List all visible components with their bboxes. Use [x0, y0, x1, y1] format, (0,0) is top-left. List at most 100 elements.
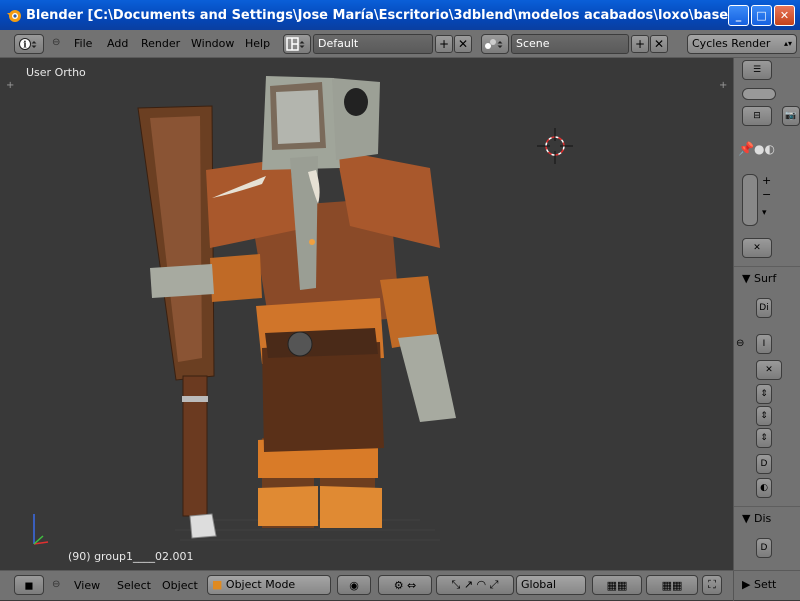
surface-i-button[interactable]: I	[756, 334, 772, 354]
panel-surface-label: Surf	[753, 272, 777, 285]
mode-dropdown[interactable]: ■ Object Mode	[207, 575, 331, 595]
context-menu-button[interactable]: ⊟	[742, 106, 772, 126]
collapse-icon[interactable]: ⊖	[736, 338, 744, 349]
layout-name-field[interactable]: Default	[313, 34, 433, 54]
3d-cursor	[537, 128, 573, 164]
menu-select[interactable]: Select	[117, 579, 151, 592]
manipulator-buttons[interactable]: ⤡ ↗ ◠ ⤢	[436, 575, 514, 595]
stepper-button-2[interactable]: ⇕	[756, 406, 772, 426]
pivot-icon: ⚙ ⇔	[393, 578, 417, 592]
wooden-staff	[137, 105, 217, 539]
chevron-updown-icon: ⇕	[760, 433, 768, 443]
x-icon: ✕	[653, 37, 665, 51]
plus-icon: +	[634, 37, 646, 51]
chevron-updown-icon: ⇕	[760, 389, 768, 399]
pin-icon[interactable]: 📌	[738, 142, 754, 157]
stepper-button-1[interactable]: ⇕	[756, 384, 772, 404]
menu-view[interactable]: View	[74, 579, 100, 592]
menu-object[interactable]: Object	[162, 579, 198, 592]
shading-icon: ◉	[349, 578, 359, 592]
context-icon: ⊟	[753, 111, 761, 121]
menu-help[interactable]: Help	[245, 37, 270, 50]
lock-layers-button[interactable]: ⛶	[702, 575, 722, 595]
properties-editor-type-button[interactable]: ☰	[742, 60, 772, 80]
cube-icon: ◼	[24, 578, 34, 592]
menu-render[interactable]: Render	[141, 37, 180, 50]
layout-grid-icon	[286, 37, 305, 51]
camera-icon: 📷	[785, 111, 797, 121]
surface-di-button[interactable]: Di	[756, 298, 772, 318]
screen-layout-button[interactable]	[283, 34, 311, 54]
editor-type-button[interactable]: i	[14, 34, 44, 54]
minimize-icon: _	[735, 9, 742, 22]
add-layout-button[interactable]: +	[435, 35, 453, 53]
object-mode-icon: ■	[212, 578, 223, 591]
remove-scene-button[interactable]: ✕	[650, 35, 668, 53]
window-title: Blender [C:\Documents and Settings\Jose …	[26, 7, 742, 23]
axis-gizmo-icon	[33, 514, 49, 545]
add-slot-icon[interactable]: +	[762, 174, 771, 187]
svg-text:i: i	[23, 41, 27, 51]
collapse-menu-icon[interactable]: ⊖	[52, 37, 60, 48]
3d-view-header: ◼ ⊖ View Select Object ■ Object Mode ◉ ⚙…	[0, 570, 800, 601]
scene-icon	[485, 39, 503, 49]
half-circle-icon: ◐	[760, 483, 768, 493]
expand-arrow-icon: ▼	[742, 512, 751, 525]
expand-arrow-icon: ▼	[742, 272, 751, 285]
chevron-down-icon[interactable]: ▾	[762, 208, 767, 218]
plus-icon: +	[438, 37, 450, 51]
displacement-d-button[interactable]: D	[756, 538, 772, 558]
material-browse-button[interactable]: ✕	[742, 238, 772, 258]
properties-panel: ☰ ⊟ 📷 📌 ●◐ + − ▾ ✕ ▼ Surf Di ⊖ I ✕ ⇕ ⇕ ⇕…	[733, 58, 800, 570]
minimize-button[interactable]: _	[728, 5, 749, 26]
render-engine-dropdown[interactable]: Cycles Render ▴▾	[687, 34, 797, 54]
menu-file[interactable]: File	[74, 37, 92, 50]
remove-layout-button[interactable]: ✕	[454, 35, 472, 53]
scene-name-field[interactable]: Scene	[511, 34, 629, 54]
render-engine-label: Cycles Render	[692, 37, 771, 50]
title-bar: Blender [C:\Documents and Settings\Jose …	[0, 0, 800, 30]
orientation-label: Global	[521, 578, 557, 591]
scene-render	[33, 76, 573, 545]
maximize-icon: □	[756, 9, 767, 22]
panel-settings-header[interactable]: ▶ Sett	[733, 571, 800, 601]
add-scene-button[interactable]: +	[631, 35, 649, 53]
close-icon: ✕	[779, 9, 790, 22]
chevron-updown-icon: ▴▾	[783, 39, 792, 48]
menu-add[interactable]: Add	[107, 37, 128, 50]
pivot-point-button[interactable]: ⚙ ⇔	[378, 575, 432, 595]
scroll-toggle[interactable]	[742, 88, 776, 100]
panel-displacement-label: Dis	[753, 512, 772, 525]
close-button[interactable]: ✕	[774, 5, 795, 26]
mode-label: Object Mode	[225, 578, 296, 591]
collapse-menu-icon[interactable]: ⊖	[52, 579, 60, 590]
material-icon: ●◐	[754, 142, 775, 156]
scene-select-button[interactable]	[481, 34, 509, 54]
layers-grid-2[interactable]: ▦▦	[646, 575, 698, 595]
manipulator-icon: ⤡ ↗ ◠ ⤢	[451, 578, 499, 591]
material-slot-list[interactable]	[742, 174, 758, 226]
3d-viewport[interactable]: User Ortho + + (90) group1____02.001	[0, 58, 733, 570]
panel-displacement-header[interactable]: ▼ Dis	[734, 506, 800, 530]
half-circle-button[interactable]: ◐	[756, 478, 772, 498]
blender-logo-icon	[7, 10, 21, 22]
panel-surface-header[interactable]: ▼ Surf	[734, 266, 800, 290]
surface-d-button[interactable]: D	[756, 454, 772, 474]
shader-select-button[interactable]: ✕	[756, 360, 782, 380]
viewport-shading-button[interactable]: ◉	[337, 575, 371, 595]
layers-icon: ▦▦	[606, 578, 628, 592]
render-camera-button[interactable]: 📷	[782, 106, 800, 126]
stepper-button-3[interactable]: ⇕	[756, 428, 772, 448]
info-header: i ⊖ File Add Render Window Help Default …	[0, 30, 800, 58]
collapsed-arrow-icon: ▶	[742, 578, 751, 591]
viewport-editor-type-button[interactable]: ◼	[14, 575, 44, 595]
material-x-icon: ✕	[753, 243, 761, 253]
menu-window[interactable]: Window	[191, 37, 234, 50]
shader-x-icon: ✕	[765, 365, 773, 375]
x-icon: ✕	[457, 37, 469, 51]
remove-slot-icon[interactable]: −	[762, 188, 771, 201]
orientation-dropdown[interactable]: Global	[516, 575, 586, 595]
maximize-button[interactable]: □	[751, 5, 772, 26]
layers-grid-1[interactable]: ▦▦	[592, 575, 642, 595]
info-icon: i	[19, 38, 37, 51]
